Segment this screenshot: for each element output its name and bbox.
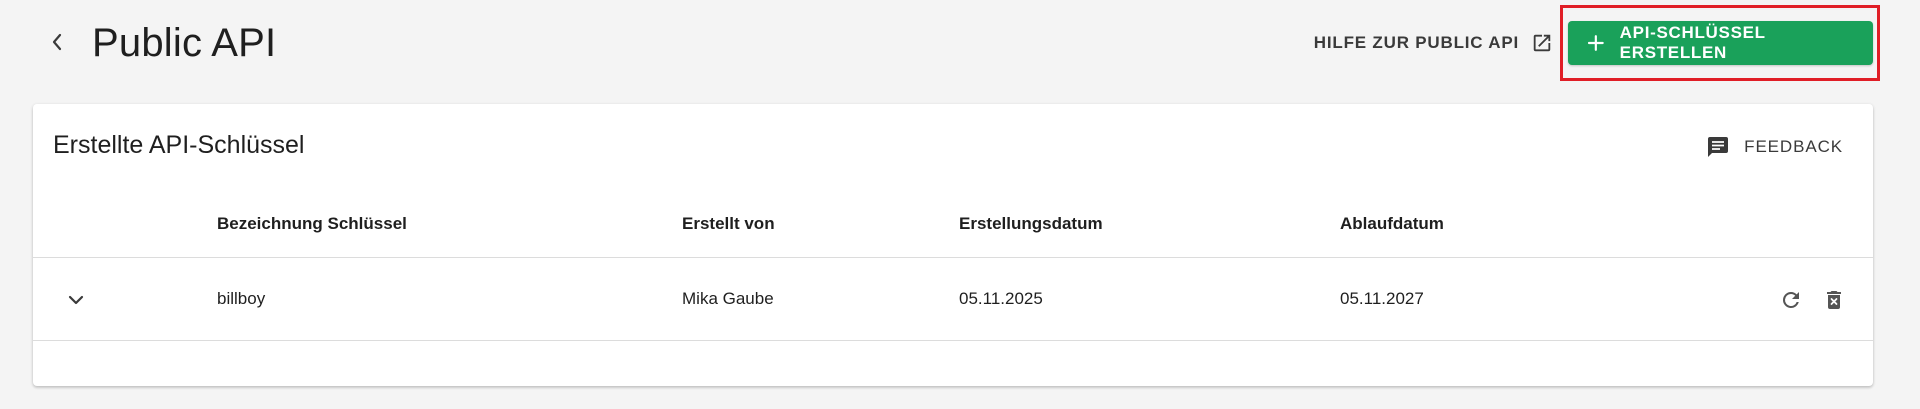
delete-key-button[interactable] (1820, 286, 1848, 314)
column-header-expires-on[interactable]: Ablaufdatum (1340, 214, 1444, 234)
cell-created-by: Mika Gaube (682, 289, 774, 308)
cell-created-on: 05.11.2025 (959, 289, 1043, 308)
page-title: Public API (92, 21, 277, 65)
cell-key-name: billboy (217, 289, 266, 308)
feedback-label: FEEDBACK (1744, 137, 1843, 156)
card-title: Erstellte API-Schlüssel (53, 131, 305, 159)
chevron-down-icon (68, 295, 84, 305)
expand-row-button[interactable] (61, 285, 91, 315)
api-keys-card: Erstellte API-Schlüssel FEEDBACK Bezeich… (33, 104, 1873, 386)
refresh-key-button[interactable] (1777, 286, 1805, 314)
help-link-label: HILFE ZUR PUBLIC API (1313, 33, 1519, 52)
page-header: Public API HILFE ZUR PUBLIC API API-SCHL… (0, 0, 1920, 90)
table-header: Bezeichnung Schlüssel Erstellt von Erste… (33, 204, 1873, 258)
feedback-message-icon (1708, 137, 1729, 157)
column-header-created-by[interactable]: Erstellt von (682, 214, 775, 234)
back-button[interactable] (44, 27, 70, 57)
table-row[interactable]: billboy Mika Gaube 05.11.2025 05.11.2027 (33, 259, 1873, 341)
create-api-key-button[interactable]: API-SCHLÜSSEL ERSTELLEN (1568, 21, 1873, 65)
column-header-name[interactable]: Bezeichnung Schlüssel (217, 214, 407, 234)
open-in-new-icon (1533, 34, 1551, 52)
feedback-button[interactable]: FEEDBACK (1706, 132, 1843, 162)
create-api-key-label: API-SCHLÜSSEL ERSTELLEN (1619, 23, 1766, 62)
help-public-api-link[interactable]: HILFE ZUR PUBLIC API (1314, 30, 1553, 56)
delete-x-icon (1827, 291, 1841, 309)
cell-expires-on: 05.11.2027 (1340, 289, 1424, 308)
column-header-created-on[interactable]: Erstellungsdatum (959, 214, 1103, 234)
refresh-icon (1783, 292, 1799, 308)
chevron-left-icon (52, 33, 62, 51)
plus-icon (1588, 35, 1604, 51)
